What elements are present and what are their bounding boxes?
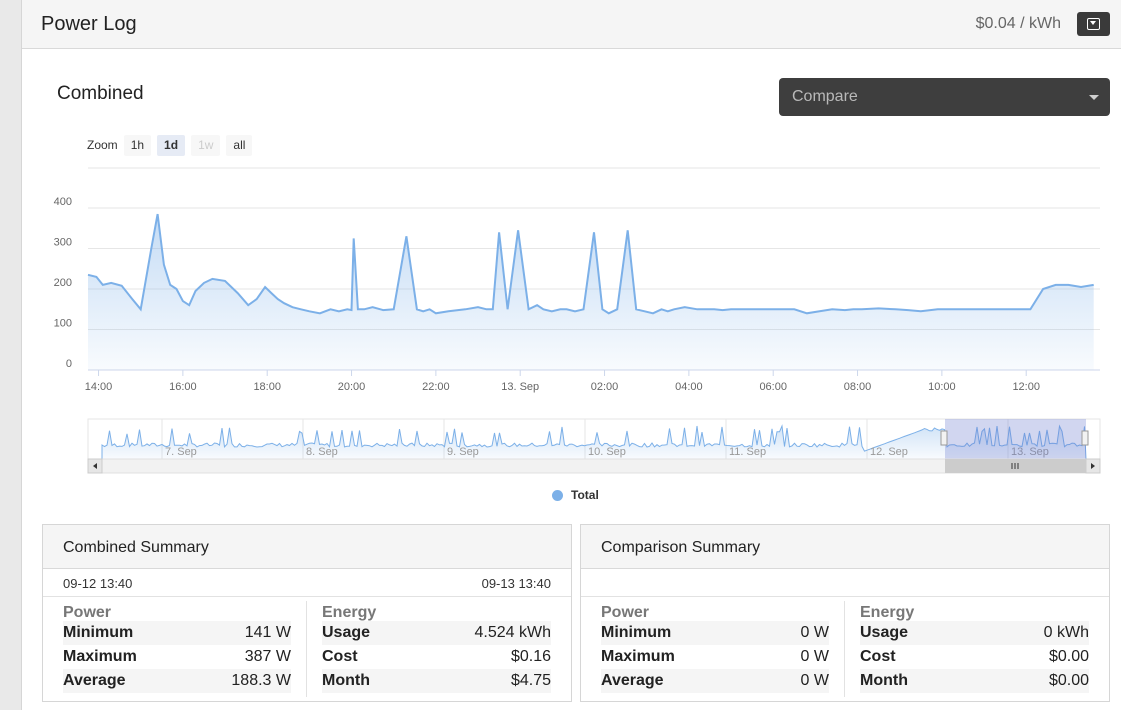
x-tick-label: 20:00 [338, 381, 366, 393]
stat-label: Month [860, 672, 908, 689]
stat-label: Usage [860, 624, 909, 641]
energy-column: Energy Usage 4.524 kWh Cost $0.16 Month $4.… [322, 597, 551, 693]
stat-row: Cost $0.16 [322, 645, 551, 669]
legend-dot-icon [552, 489, 563, 501]
comparison-summary-dates [581, 569, 1109, 597]
x-tick-label: 08:00 [844, 381, 872, 393]
stat-row: Minimum 0 W [601, 621, 829, 645]
x-tick-label: 18:00 [253, 381, 281, 393]
stat-label: Minimum [63, 624, 134, 641]
stat-value: 0 kWh [1043, 624, 1089, 641]
navigator-tick-label: 7. Sep [165, 446, 197, 458]
combined-summary-dates: 09-12 13:40 09-13 13:40 [43, 569, 571, 597]
combined-summary-title: Combined Summary [43, 525, 571, 569]
legend-item-total: Total [571, 488, 599, 502]
stat-label: Usage [322, 624, 371, 641]
stat-row: Maximum 387 W [63, 645, 291, 669]
power-heading: Power [63, 604, 112, 621]
energy-column: Energy Usage 0 kWh Cost $0.00 Month $0.00 [860, 597, 1089, 693]
navigator-handle-right[interactable] [1081, 430, 1089, 446]
stat-label: Month [322, 672, 370, 689]
comparison-summary-card: Comparison Summary Power Minimum 0 W Maxi… [580, 524, 1110, 702]
x-tick-label: 13. Sep [501, 381, 539, 393]
stat-label: Maximum [601, 648, 675, 665]
y-tick-label: 200 [54, 277, 72, 289]
stat-value: $0.16 [510, 648, 551, 665]
navigator-handle-left[interactable] [940, 430, 948, 446]
stat-label: Cost [322, 648, 358, 665]
stat-row: Month $4.75 [322, 669, 551, 693]
stat-value: $4.75 [510, 672, 551, 689]
chart-legend[interactable]: Total [552, 488, 599, 502]
power-chart[interactable]: 0 100 200 300 400 14:00 16:00 18:00 20:00 22:00 1… [22, 0, 1121, 480]
stat-value: 0 W [800, 648, 829, 665]
stat-row: Usage 0 kWh [860, 621, 1089, 645]
comparison-summary-title: Comparison Summary [581, 525, 1109, 569]
navigator-tick-label: 10. Sep [588, 446, 626, 458]
stat-row: Average 188.3 W [63, 669, 291, 693]
stat-label: Cost [860, 648, 896, 665]
navigator[interactable]: 7. Sep 8. Sep 9. Sep 10. Sep 11. Sep 12. Sep 1… [87, 418, 1101, 460]
energy-heading: Energy [322, 604, 377, 621]
navigator-tick-label: 11. Sep [729, 446, 766, 458]
combined-summary-card: Combined Summary 09-12 13:40 09-13 13:40… [42, 524, 572, 702]
power-column: Power Minimum 0 W Maximum 0 W Average 0 W [601, 597, 829, 693]
stat-value: $0.00 [1048, 648, 1089, 665]
stat-label: Average [601, 672, 664, 689]
stat-row: Maximum 0 W [601, 645, 829, 669]
stat-value: $0.00 [1048, 672, 1089, 689]
stat-value: 0 W [800, 624, 829, 641]
y-tick-label: 0 [66, 358, 72, 370]
stat-row: Cost $0.00 [860, 645, 1089, 669]
column-divider [844, 601, 845, 697]
combined-summary-body: Power Minimum 141 W Maximum 387 W Average 1… [43, 597, 571, 701]
power-column: Power Minimum 141 W Maximum 387 W Average 1… [63, 597, 291, 693]
summary-end-date: 09-13 13:40 [481, 576, 551, 591]
y-tick-label: 100 [54, 318, 72, 330]
navigator-scrollbar[interactable] [87, 458, 1101, 474]
y-tick-label: 400 [54, 196, 72, 208]
power-log-panel: Power Log $0.04 / kWh Combined Compare Z… [21, 0, 1121, 710]
stat-label: Minimum [601, 624, 672, 641]
stat-label: Maximum [63, 648, 137, 665]
y-tick-label: 300 [54, 237, 72, 249]
comparison-summary-body: Power Minimum 0 W Maximum 0 W Average 0 W E… [581, 597, 1109, 701]
stat-value: 141 W [244, 624, 291, 641]
stat-value: 188.3 W [231, 672, 291, 689]
power-heading: Power [601, 604, 650, 621]
stat-value: 0 W [800, 672, 829, 689]
stat-value: 387 W [244, 648, 291, 665]
x-tick-label: 14:00 [85, 381, 113, 393]
x-tick-label: 04:00 [675, 381, 703, 393]
summary-start-date: 09-12 13:40 [63, 576, 133, 591]
x-tick-label: 06:00 [759, 381, 787, 393]
stat-label: Average [63, 672, 126, 689]
stat-row: Month $0.00 [860, 669, 1089, 693]
energy-heading: Energy [860, 604, 915, 621]
stat-row: Usage 4.524 kWh [322, 621, 551, 645]
stat-value: 4.524 kWh [474, 624, 551, 641]
navigator-tick-label: 8. Sep [306, 446, 338, 458]
stat-row: Average 0 W [601, 669, 829, 693]
column-divider [306, 601, 307, 697]
stat-row: Minimum 141 W [63, 621, 291, 645]
x-tick-label: 02:00 [591, 381, 619, 393]
x-tick-label: 16:00 [169, 381, 197, 393]
x-tick-label: 22:00 [422, 381, 450, 393]
x-tick-label: 12:00 [1012, 381, 1040, 393]
navigator-tick-label: 12. Sep [870, 446, 908, 458]
series-total-area [88, 214, 1094, 370]
navigator-tick-label: 9. Sep [447, 446, 479, 458]
navigator-selection[interactable] [945, 419, 1086, 459]
sidebar-strip [0, 0, 21, 710]
x-tick-label: 10:00 [928, 381, 956, 393]
